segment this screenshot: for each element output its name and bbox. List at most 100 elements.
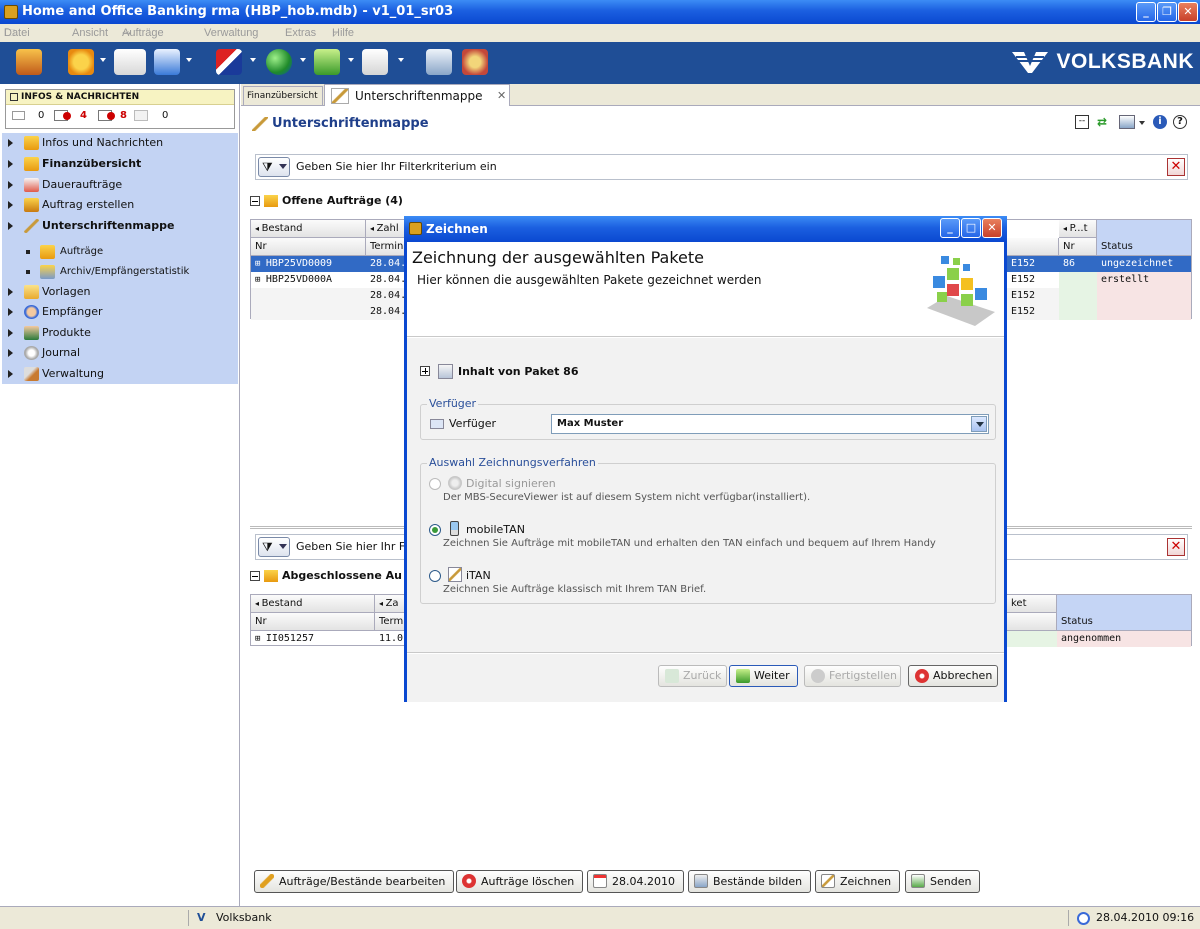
nav-finanzuebersicht[interactable]: Finanzübersicht — [2, 154, 238, 174]
message-icon[interactable] — [54, 110, 71, 121]
refresh-icon[interactable]: ⇄ — [1097, 115, 1107, 129]
expand-arrow-icon[interactable] — [8, 181, 13, 189]
flag-icon[interactable] — [216, 49, 242, 75]
document-icon[interactable] — [134, 110, 148, 121]
alert-icon[interactable] — [98, 110, 115, 121]
expand-arrow-icon[interactable] — [8, 370, 13, 378]
print-icon[interactable] — [1119, 115, 1135, 129]
tab-unterschriftenmappe[interactable]: Unterschriftenmappe ✕ — [324, 84, 510, 106]
group-header-paket[interactable]: ket — [1007, 595, 1057, 613]
col-header-nr[interactable]: Nr — [251, 613, 375, 631]
exchange-icon[interactable] — [462, 49, 488, 75]
expand-arrow-icon[interactable] — [8, 222, 13, 230]
tab-close-icon[interactable]: ✕ — [497, 85, 506, 107]
minimize-button[interactable]: _ — [1136, 2, 1156, 22]
info-icon[interactable]: i — [1153, 115, 1167, 129]
verfueger-select[interactable]: Max Muster — [551, 414, 989, 434]
filter-button[interactable]: ⧩ — [258, 157, 290, 177]
restore-button[interactable]: ❐ — [1157, 2, 1177, 22]
col-header-konto[interactable] — [1007, 238, 1059, 256]
nav-vorlagen[interactable]: Vorlagen — [2, 282, 238, 302]
radio-mobiletan[interactable] — [429, 524, 441, 536]
dropdown-arrow-icon[interactable] — [250, 58, 256, 62]
collapse-icon[interactable] — [250, 571, 260, 581]
save-icon[interactable] — [426, 49, 452, 75]
dialog-maximize-button[interactable]: □ — [961, 218, 981, 238]
dropdown-arrow-icon[interactable] — [348, 58, 354, 62]
radio-digital[interactable] — [429, 478, 441, 490]
nav-auftrag-erstellen[interactable]: Auftrag erstellen — [2, 195, 238, 215]
group-header-paket[interactable]: ◂ P...t — [1059, 220, 1097, 238]
back-button[interactable]: Zurück — [658, 665, 727, 687]
nav-sub-archiv[interactable]: Archiv/Empfängerstatistik — [2, 262, 238, 282]
group-header-bestand[interactable]: ◂ Bestand — [251, 220, 366, 238]
group-header-bestand[interactable]: ◂ Bestand — [251, 595, 375, 613]
expand-arrow-icon[interactable] — [8, 139, 13, 147]
menu-ansicht[interactable]: Ansicht — [72, 24, 108, 42]
nav-journal[interactable]: Journal — [2, 343, 238, 363]
dropdown-arrow-icon[interactable] — [186, 58, 192, 62]
send-button[interactable]: Senden — [905, 870, 981, 893]
expand-icon[interactable]: ⊞ — [255, 634, 266, 644]
radio-itan[interactable] — [429, 570, 441, 582]
menu-verwaltung[interactable]: Verwaltung — [204, 24, 258, 42]
collapse-icon[interactable] — [250, 196, 260, 206]
help-icon[interactable]: ? — [1173, 115, 1187, 129]
import-icon[interactable] — [314, 49, 340, 75]
expand-arrow-icon[interactable] — [8, 308, 13, 316]
menu-extras[interactable]: Extras — [285, 24, 316, 42]
home-icon[interactable] — [16, 49, 42, 75]
finish-button[interactable]: Fertigstellen — [804, 665, 901, 687]
filter-button[interactable]: ⧩ — [258, 537, 290, 557]
nav-produkte[interactable]: Produkte — [2, 323, 238, 343]
chevron-down-icon[interactable] — [971, 416, 987, 432]
expand-arrow-icon[interactable] — [8, 288, 13, 296]
expand-arrow-icon[interactable] — [8, 160, 13, 168]
sign-icon[interactable] — [362, 49, 388, 75]
filter-input[interactable]: Geben Sie hier Ihr Filterkriterium ein — [296, 155, 497, 179]
group-header-zahl[interactable]: ◂ Za — [375, 595, 405, 613]
dialog-close-button[interactable]: ✕ — [982, 218, 1002, 238]
edit-orders-button[interactable]: Aufträge/Bestände bearbeiten — [254, 870, 455, 893]
create-batches-button[interactable]: Bestände bilden — [688, 870, 812, 893]
book-icon[interactable] — [114, 49, 146, 75]
nav-infos[interactable]: Infos und Nachrichten — [2, 133, 238, 153]
dropdown-arrow-icon[interactable] — [100, 58, 106, 62]
package-label[interactable]: Inhalt von Paket 86 — [458, 364, 579, 380]
expand-arrow-icon[interactable] — [8, 349, 13, 357]
close-button[interactable]: ✕ — [1178, 2, 1198, 22]
dropdown-arrow-icon[interactable] — [398, 58, 404, 62]
col-header-termin[interactable]: Termi — [375, 613, 405, 631]
col-header-termin[interactable]: Termin — [366, 238, 406, 256]
nav-verwaltung[interactable]: Verwaltung — [2, 364, 238, 384]
date-button[interactable]: 28.04.2010 — [587, 870, 684, 893]
closed-orders-section[interactable]: Abgeschlossene Au — [250, 568, 402, 584]
open-orders-section[interactable]: Offene Aufträge (4) — [250, 193, 403, 209]
dropdown-arrow-icon[interactable] — [300, 58, 306, 62]
nav-unterschriftenmappe[interactable]: Unterschriftenmappe — [2, 216, 238, 236]
clear-filter-button[interactable]: ✕ — [1167, 538, 1185, 556]
cancel-button[interactable]: Abbrechen — [908, 665, 998, 687]
refresh-icon[interactable] — [68, 49, 94, 75]
mail-icon[interactable] — [12, 111, 25, 120]
col-header-status[interactable]: Status — [1057, 613, 1192, 631]
transfer-icon[interactable] — [154, 49, 180, 75]
group-header-zahl[interactable]: ◂ Zahl — [366, 220, 406, 238]
expand-arrow-icon[interactable] — [8, 201, 13, 209]
expand-icon[interactable] — [420, 366, 430, 376]
next-button[interactable]: Weiter — [729, 665, 798, 687]
expand-arrow-icon[interactable] — [8, 329, 13, 337]
clear-filter-button[interactable]: ✕ — [1167, 158, 1185, 176]
expand-icon[interactable]: ⊞ — [255, 275, 266, 285]
dialog-minimize-button[interactable]: _ — [940, 218, 960, 238]
col-header-paket-nr[interactable]: Nr — [1059, 238, 1097, 256]
col-header-nr[interactable]: Nr — [251, 238, 366, 256]
tab-finanzuebersicht[interactable]: Finanzübersicht — [243, 86, 323, 105]
col-header-status[interactable]: Status — [1097, 238, 1192, 256]
dropdown-arrow-icon[interactable] — [1139, 121, 1145, 125]
nav-dauerauftraege[interactable]: Daueraufträge — [2, 175, 238, 195]
delete-orders-button[interactable]: Aufträge löschen — [456, 870, 584, 893]
globe-icon[interactable] — [266, 49, 292, 75]
nav-empfaenger[interactable]: Empfänger — [2, 302, 238, 322]
nav-sub-auftraege[interactable]: Aufträge — [2, 242, 238, 262]
